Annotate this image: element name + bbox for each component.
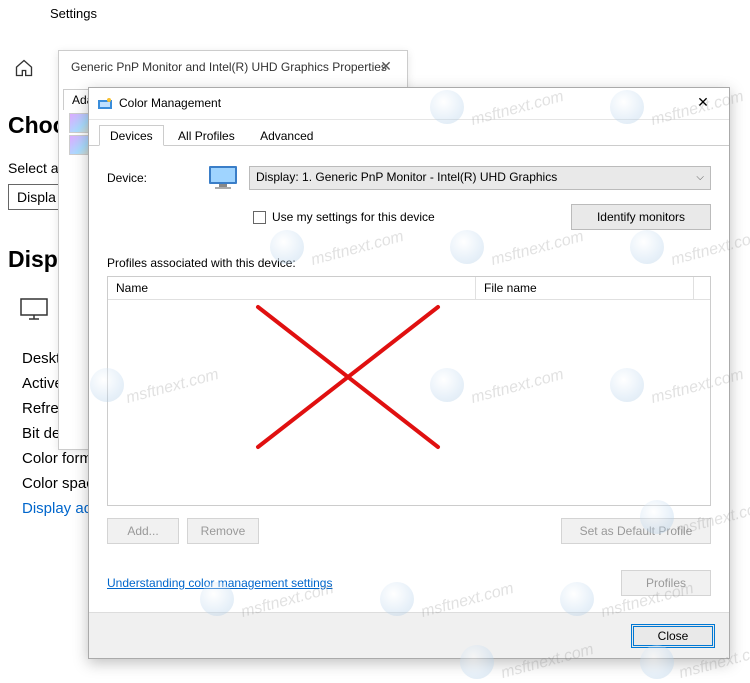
monitor-icon (20, 298, 48, 323)
display-dropdown[interactable]: Displa (8, 184, 65, 210)
tab-all-profiles[interactable]: All Profiles (167, 125, 246, 146)
dialog-footer: Close (89, 612, 729, 658)
chevron-down-icon: ⌵ (696, 172, 704, 183)
home-icon[interactable] (14, 58, 34, 81)
close-icon[interactable]: ✕ (371, 55, 401, 79)
column-name[interactable]: Name (108, 277, 476, 299)
device-selected-value: Display: 1. Generic PnP Monitor - Intel(… (256, 170, 557, 184)
tab-advanced[interactable]: Advanced (249, 125, 324, 146)
identify-monitors-button[interactable]: Identify monitors (571, 204, 711, 230)
tab-devices[interactable]: Devices (99, 125, 164, 146)
annotation-red-x (248, 297, 448, 470)
add-button: Add... (107, 518, 179, 544)
profiles-label: Profiles associated with this device: (107, 256, 711, 270)
column-file-name[interactable]: File name (476, 277, 694, 299)
checkbox-box (253, 211, 266, 224)
set-default-profile-button: Set as Default Profile (561, 518, 711, 544)
use-my-settings-checkbox[interactable]: Use my settings for this device (253, 210, 435, 224)
color-management-dialog: Color Management ✕ Devices All Profiles … (88, 87, 730, 659)
device-dropdown[interactable]: Display: 1. Generic PnP Monitor - Intel(… (249, 166, 711, 190)
adapter-properties-title: Generic PnP Monitor and Intel(R) UHD Gra… (71, 60, 387, 74)
color-management-icon (97, 96, 113, 112)
remove-button: Remove (187, 518, 259, 544)
settings-title: Settings (50, 6, 97, 21)
close-icon[interactable]: ✕ (683, 91, 723, 115)
understanding-color-management-link[interactable]: Understanding color management settings (107, 576, 332, 590)
tab-strip: Devices All Profiles Advanced (89, 124, 729, 146)
select-display-label: Select a (8, 160, 59, 176)
profiles-list[interactable]: Name File name (107, 276, 711, 506)
device-label: Device: (107, 171, 207, 185)
titlebar: Color Management ✕ (89, 88, 729, 120)
close-button[interactable]: Close (631, 624, 715, 648)
monitor-icon (207, 164, 241, 192)
column-spacer (694, 277, 710, 299)
checkbox-label: Use my settings for this device (272, 210, 435, 224)
profiles-button: Profiles (621, 570, 711, 596)
dialog-title: Color Management (119, 96, 221, 110)
